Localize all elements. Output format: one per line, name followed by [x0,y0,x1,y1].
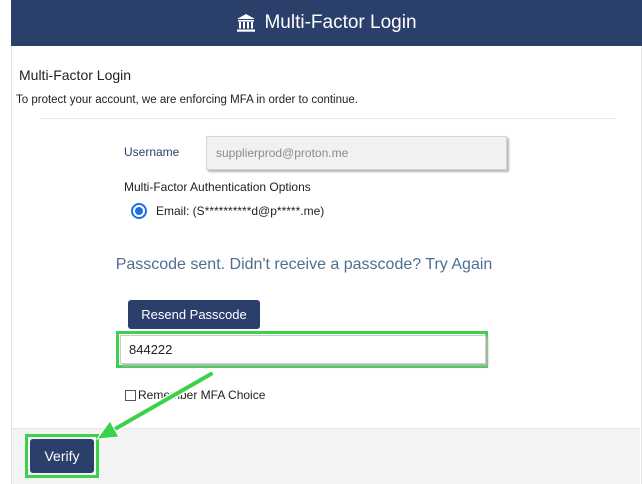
email-option-label: Email: (S**********d@p*****.me) [156,204,325,218]
email-option[interactable]: Email: (S**********d@p*****.me) [131,203,324,219]
panel-title: Multi-Factor Login [19,67,132,83]
bank-icon [236,13,256,33]
passcode-input[interactable]: 844222 [120,335,486,364]
remember-label: Remember MFA Choice [138,388,266,402]
remember-mfa-option[interactable]: Remember MFA Choice [125,388,265,402]
header-bar: Multi-Factor Login [11,0,642,46]
radio-selected-dot [135,207,143,215]
verify-button[interactable]: Verify [30,439,94,473]
panel-subtitle: To protect your account, we are enforcin… [16,94,358,106]
divider [40,118,616,119]
passcode-sent-message: Passcode sent. Didn't receive a passcode… [115,256,493,273]
header-title: Multi-Factor Login [264,12,417,33]
footer-bar [12,428,640,484]
email-radio[interactable] [131,203,147,219]
mfa-login-page: Multi-Factor Login Multi-Factor Login To… [0,0,642,484]
mfa-options-label: Multi-Factor Authentication Options [124,180,311,194]
username-label: Username [124,145,180,159]
username-field: supplierprod@proton.me [206,136,507,170]
resend-passcode-button[interactable]: Resend Passcode [128,300,260,329]
remember-checkbox[interactable] [125,389,136,401]
